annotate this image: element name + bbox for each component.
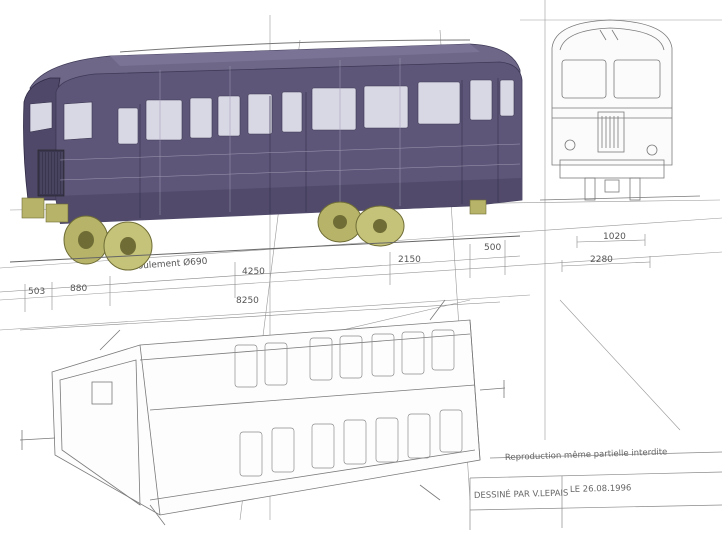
dimension-880: 880 (70, 284, 87, 294)
dimension-503: 503 (28, 287, 45, 297)
dimension-1020: 1020 (603, 232, 626, 242)
dimension-8250: 8250 (236, 296, 259, 306)
reproduction-notice: Reproduction même partielle interdite (505, 446, 668, 463)
drawing-date: LE 26.08.1996 (570, 483, 632, 495)
front-view-drawing (539, 19, 701, 201)
plan-view-drawing (19, 299, 506, 526)
drawing-canvas: 1020 2280 503 880 4250 2150 500 8250 Rou… (0, 0, 722, 541)
dimension-2150: 2150 (398, 255, 421, 265)
drawn-by-label: DESSINÉ PAR V.LEPAIS (474, 487, 569, 501)
dimension-4250: 4250 (242, 267, 265, 277)
dimension-500: 500 (484, 243, 501, 253)
railcar-3d-model (9, 39, 523, 271)
dimension-2280: 2280 (590, 255, 613, 265)
technical-drawing: 1020 2280 503 880 4250 2150 500 8250 Rou… (0, 0, 722, 530)
